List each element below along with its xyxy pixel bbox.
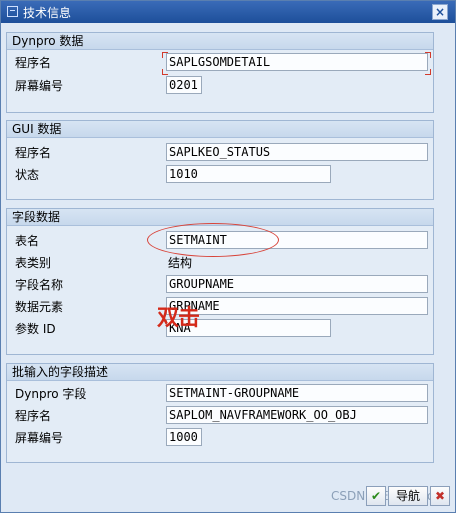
field-label: 程序名 (15, 146, 52, 160)
batch-input-group: 批输入的字段描述 Dynpro 字段 SETMAINT-GROUPNAME 程序… (6, 363, 434, 463)
status-field[interactable]: 1010 (166, 165, 331, 183)
field-label: 数据元素 (15, 300, 64, 314)
field-name-field[interactable]: GROUPNAME (166, 275, 428, 293)
cancel-button[interactable]: ✖ (430, 486, 450, 506)
focus-marker (162, 52, 168, 58)
field-label: 参数 ID (15, 322, 56, 336)
focus-marker (162, 69, 168, 75)
program-name-field[interactable]: SAPLGSOMDETAIL (166, 53, 428, 71)
data-element-field[interactable]: GRPNAME (166, 297, 428, 315)
check-icon: ✔ (370, 489, 382, 503)
technical-info-dialog: 技术信息 × Dynpro 数据 程序名 SAPLGSOMDETAIL 屏幕编号… (0, 0, 456, 513)
focus-marker (425, 52, 431, 58)
gui-data-group: GUI 数据 程序名 SAPLKEO_STATUS 状态 1010 (6, 120, 434, 200)
dynpro-data-group: Dynpro 数据 程序名 SAPLGSOMDETAIL 屏幕编号 0201 (6, 32, 434, 113)
window-icon (7, 6, 18, 17)
table-category-value: 结构 (168, 256, 193, 270)
group-title: GUI 数据 (7, 121, 433, 138)
focus-marker (425, 69, 431, 75)
group-title: 批输入的字段描述 (7, 364, 433, 381)
field-label: 状态 (15, 168, 40, 182)
field-label: 字段名称 (15, 278, 64, 292)
confirm-button[interactable]: ✔ (366, 486, 386, 506)
annotation-text: 双击 (157, 306, 200, 331)
dynpro-field-field[interactable]: SETMAINT-GROUPNAME (166, 384, 428, 402)
field-label: 程序名 (15, 56, 52, 70)
field-label: Dynpro 字段 (15, 387, 87, 401)
field-label: 表类别 (15, 256, 52, 270)
batch-program-name-field[interactable]: SAPLOM_NAVFRAMEWORK_OO_OBJ (166, 406, 428, 424)
button-bar: CSDN @Espresso ✔ 导航 ✖ (1, 481, 455, 512)
navigate-button[interactable]: 导航 (388, 486, 428, 506)
group-title: Dynpro 数据 (7, 33, 433, 50)
field-label: 表名 (15, 234, 40, 248)
close-button[interactable]: × (432, 4, 448, 20)
batch-screen-number-field[interactable]: 1000 (166, 428, 202, 446)
field-label: 屏幕编号 (15, 79, 64, 93)
field-label: 屏幕编号 (15, 431, 64, 445)
screen-number-field[interactable]: 0201 (166, 76, 202, 94)
field-label: 程序名 (15, 409, 52, 423)
gui-program-name-field[interactable]: SAPLKEO_STATUS (166, 143, 428, 161)
window-title: 技术信息 (23, 6, 72, 20)
highlight-oval (147, 223, 279, 257)
title-bar: 技术信息 × (1, 1, 455, 23)
cancel-icon: ✖ (434, 489, 446, 503)
